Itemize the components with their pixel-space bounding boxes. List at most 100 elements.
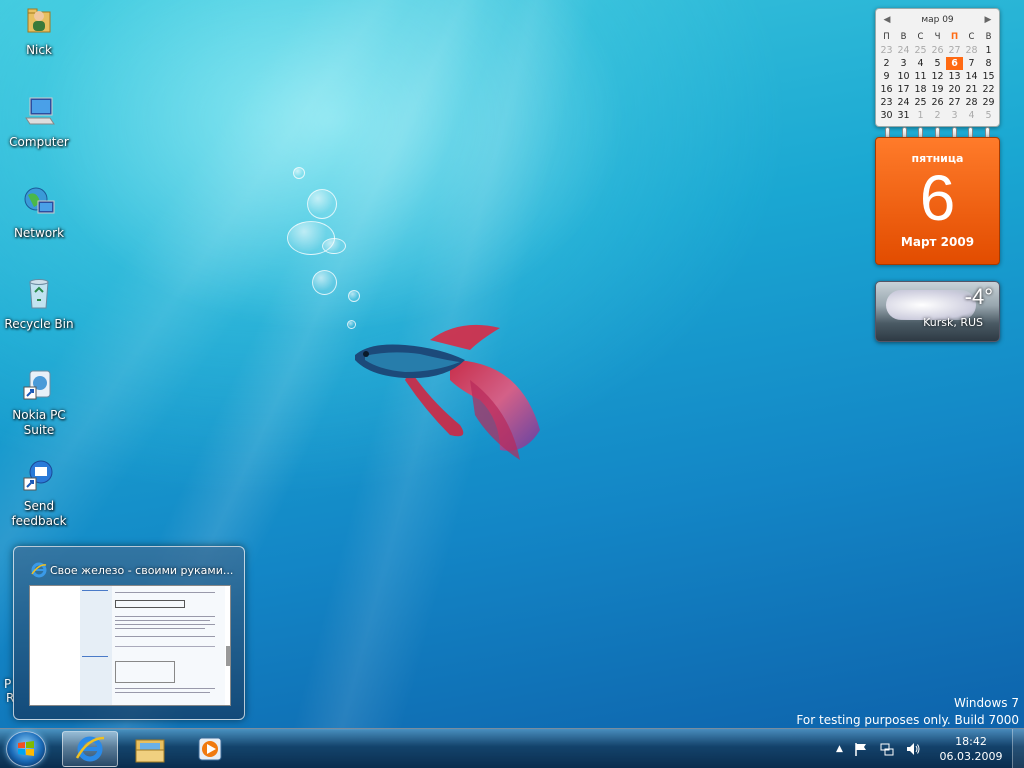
preview-window-title: Свое железо - своими руками... [50, 564, 234, 577]
calendar-day[interactable]: 28 [963, 96, 980, 109]
wallpaper-bubble [293, 167, 305, 179]
calendar-day[interactable]: 20 [946, 83, 963, 96]
desktop-icon-send-feedback[interactable]: Send feedback [0, 458, 78, 529]
calendar-day[interactable]: 3 [895, 57, 912, 70]
internet-explorer-icon [31, 562, 47, 578]
calendar-day[interactable]: 3 [946, 109, 963, 122]
calendar-day[interactable]: 1 [912, 109, 929, 122]
calendar-weekday-header: П [883, 32, 890, 42]
calendar-day[interactable]: 24 [895, 96, 912, 109]
network-icon[interactable] [879, 741, 895, 757]
action-center-flag-icon[interactable] [853, 741, 869, 757]
calendar-day[interactable]: 24 [895, 44, 912, 57]
computer-icon [25, 97, 55, 125]
calendar-day[interactable]: 28 [963, 44, 980, 57]
weather-city: Kursk, RUS [923, 316, 983, 329]
desktop-icon-label: Recycle Bin [4, 317, 74, 331]
calendar-weekday-header: С [917, 32, 924, 42]
calendar-day[interactable]: 5 [980, 109, 997, 122]
calendar-day[interactable]: 26 [929, 96, 946, 109]
calendar-day[interactable]: 15 [980, 70, 997, 83]
calendar-day[interactable]: 4 [963, 109, 980, 122]
wallpaper-bubble [312, 270, 337, 295]
send-feedback-icon [23, 460, 53, 491]
calendar-weekday-header: В [985, 32, 992, 42]
calendar-day[interactable]: 22 [980, 83, 997, 96]
taskbar-thumbnail-preview[interactable]: Свое железо - своими руками... [13, 546, 245, 720]
calendar-day[interactable]: 27 [946, 44, 963, 57]
calendar-day-card[interactable]: пятница 6 Март 2009 [875, 137, 1000, 265]
weather-gadget[interactable]: -4° Kursk, RUS [875, 281, 1000, 342]
weather-temperature: -4° [964, 284, 993, 309]
calendar-day[interactable]: 10 [895, 70, 912, 83]
show-hidden-icons-button[interactable]: ▲ [836, 744, 843, 754]
windows-logo-icon [18, 741, 34, 756]
system-tray: ▲ [836, 737, 921, 761]
calendar-day[interactable]: 31 [895, 109, 912, 122]
taskbar-internet-explorer-button[interactable] [62, 731, 118, 767]
calendar-day[interactable]: 11 [912, 70, 929, 83]
desktop-icon-computer[interactable]: Computer [0, 94, 78, 150]
day-card-month-year: Март 2009 [900, 235, 975, 249]
desktop-icon-label: Computer [9, 135, 69, 149]
next-month-arrow-icon[interactable]: ▶ [983, 15, 993, 25]
desktop-icon-label: Nick [26, 43, 52, 57]
desktop-icon-user-folder[interactable]: Nick [0, 2, 78, 58]
taskbar-media-player-button[interactable] [182, 731, 238, 767]
hidden-desktop-label-fragment: P [4, 677, 12, 691]
wallpaper-bubble [322, 238, 346, 254]
user-folder-icon [27, 8, 51, 33]
calendar-day[interactable]: 2 [929, 109, 946, 122]
calendar-day[interactable]: 7 [963, 57, 980, 70]
calendar-day[interactable]: 23 [878, 44, 895, 57]
show-desktop-button[interactable] [1012, 729, 1024, 768]
clock-time: 18:42 [955, 735, 987, 748]
recycle-bin-icon [29, 279, 49, 309]
prev-month-arrow-icon[interactable]: ◀ [882, 15, 892, 25]
calendar-day[interactable]: 30 [878, 109, 895, 122]
calendar-gadget: ◀ мар 09 ▶ П В С Ч П С В 23 24 25 26 27 28 1 2 3 4 5 6 7 8 9 1… [875, 8, 1000, 127]
calendar-day[interactable]: 14 [963, 70, 980, 83]
calendar-weekday-header: В [900, 32, 907, 42]
calendar-day[interactable]: 23 [878, 96, 895, 109]
calendar-weekday-header: Ч [934, 32, 941, 42]
calendar-day[interactable]: 4 [912, 57, 929, 70]
calendar-day[interactable]: 21 [963, 83, 980, 96]
calendar-day[interactable]: 6 [946, 57, 963, 70]
calendar-day[interactable]: 25 [912, 44, 929, 57]
calendar-day[interactable]: 5 [929, 57, 946, 70]
calendar-day[interactable]: 25 [912, 96, 929, 109]
calendar-day[interactable]: 9 [878, 70, 895, 83]
taskbar-windows-explorer-button[interactable] [122, 731, 178, 767]
wallpaper-bubble [307, 189, 337, 219]
taskbar: ▲ 18:42 06.03.2009 [0, 728, 1024, 768]
desktop-icon-network[interactable]: Network [0, 185, 78, 241]
calendar-day[interactable]: 12 [929, 70, 946, 83]
calendar-day[interactable]: 29 [980, 96, 997, 109]
calendar-day[interactable]: 1 [980, 44, 997, 57]
calendar-weekday-header: П [950, 32, 959, 42]
desktop-icon-recycle-bin[interactable]: Recycle Bin [0, 276, 78, 332]
calendar-day[interactable]: 26 [929, 44, 946, 57]
calendar-day[interactable]: 18 [912, 83, 929, 96]
calendar-grid: П В С Ч П С В 23 24 25 26 27 28 1 2 3 4 5 6 7 8 9 10 11 12 13 14 15… [876, 31, 999, 126]
internet-explorer-icon [75, 736, 105, 762]
build-watermark: Windows 7 For testing purposes only. Bui… [796, 695, 1019, 729]
volume-icon[interactable] [905, 741, 921, 757]
calendar-day[interactable]: 27 [946, 96, 963, 109]
calendar-day[interactable]: 2 [878, 57, 895, 70]
calendar-day[interactable]: 8 [980, 57, 997, 70]
calendar-day[interactable]: 13 [946, 70, 963, 83]
desktop-icon-label: Nokia PC Suite [12, 408, 66, 437]
start-button[interactable] [6, 731, 46, 767]
calendar-header: ◀ мар 09 ▶ [876, 9, 999, 31]
desktop-icon-nokia-pc-suite[interactable]: Nokia PC Suite [0, 367, 78, 438]
calendar-day[interactable]: 16 [878, 83, 895, 96]
day-card-number: 6 [919, 162, 956, 234]
wallpaper-bubble [348, 290, 360, 302]
watermark-build-text: For testing purposes only. Build 7000 [796, 713, 1019, 727]
calendar-day[interactable]: 17 [895, 83, 912, 96]
taskbar-clock[interactable]: 18:42 06.03.2009 [934, 734, 1008, 764]
calendar-day[interactable]: 19 [929, 83, 946, 96]
calendar-month-label: мар 09 [921, 15, 954, 25]
